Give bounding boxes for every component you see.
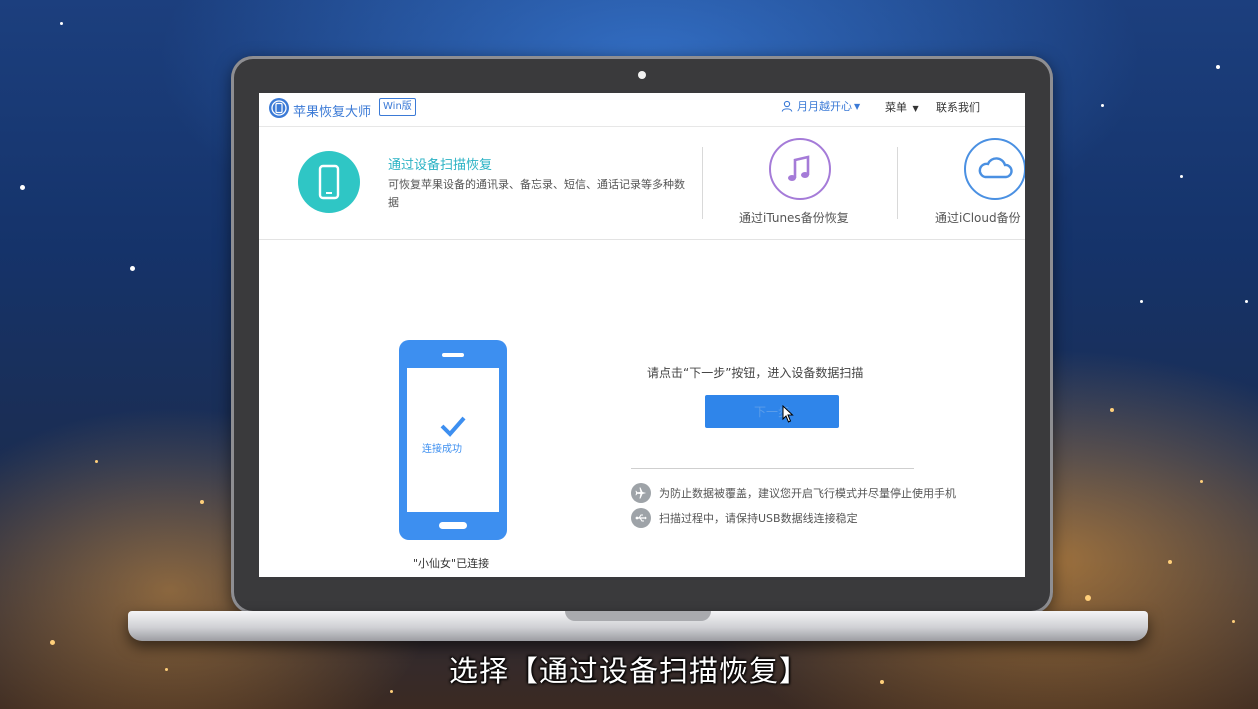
video-subtitle: 选择【通过设备扫描恢复】 <box>448 654 809 688</box>
connected-device-name: "小仙女"已连接 <box>413 557 490 570</box>
app-header: 苹果恢复大师 Win版 月月越开心 ▼ 菜单 ▼ 联系我们 <box>259 93 1025 127</box>
menu-dropdown[interactable]: 菜单 ▼ <box>885 99 919 115</box>
tip-text: 扫描过程中，请保持USB数据线连接稳定 <box>659 512 858 525</box>
tip-text: 为防止数据被覆盖，建议您开启飞行模式并尽量停止使用手机 <box>659 487 956 500</box>
mode-divider <box>897 147 898 219</box>
scan-instruction: 请点击“下一步”按钮，进入设备数据扫描 <box>647 366 864 380</box>
camera-dot <box>638 71 646 79</box>
tip-item: 为防止数据被覆盖，建议您开启飞行模式并尽量停止使用手机 <box>631 483 956 503</box>
device-scan-description: 可恢复苹果设备的通讯录、备忘录、短信、通话记录等多种数据 <box>388 178 685 209</box>
airplane-icon <box>631 483 651 503</box>
phone-status-text: 连接成功 <box>422 444 462 455</box>
device-scan-icon <box>298 151 360 213</box>
user-name: 月月越开心 <box>797 100 852 113</box>
edition-badge: Win版 <box>379 98 416 116</box>
usb-icon <box>631 508 651 528</box>
next-button[interactable]: 下一步 <box>705 395 839 428</box>
menu-label: 菜单 <box>885 101 907 114</box>
tip-item: 扫描过程中，请保持USB数据线连接稳定 <box>631 508 858 528</box>
contact-link[interactable]: 联系我们 <box>936 99 980 115</box>
user-caret-icon: ▼ <box>854 101 861 111</box>
mode-divider <box>702 147 703 219</box>
app-logo-icon <box>269 98 289 118</box>
app-title: 苹果恢复大师 <box>293 105 372 120</box>
icloud-backup-label: 通过iCloud备份 <box>935 211 1021 225</box>
app-window: 苹果恢复大师 Win版 月月越开心 ▼ 菜单 ▼ 联系我们 通过设备扫描恢复 可… <box>259 93 1025 577</box>
tips-divider <box>631 468 914 469</box>
device-scan-title: 通过设备扫描恢复 <box>388 158 493 173</box>
itunes-backup-label: 通过iTunes备份恢复 <box>739 211 849 225</box>
user-icon <box>781 100 793 112</box>
mode-device-scan[interactable]: 通过设备扫描恢复 可恢复苹果设备的通讯录、备忘录、短信、通话记录等多种数据 <box>259 127 699 239</box>
user-menu[interactable]: 月月越开心 ▼ <box>781 98 860 114</box>
menu-caret-icon: ▼ <box>912 104 919 113</box>
music-note-icon <box>769 138 831 200</box>
mouse-cursor-icon <box>782 405 794 423</box>
mode-bar: 通过设备扫描恢复 可恢复苹果设备的通讯录、备忘录、短信、通话记录等多种数据 通过… <box>259 127 1025 240</box>
laptop-hinge-notch <box>565 611 711 621</box>
cloud-icon <box>964 138 1025 200</box>
